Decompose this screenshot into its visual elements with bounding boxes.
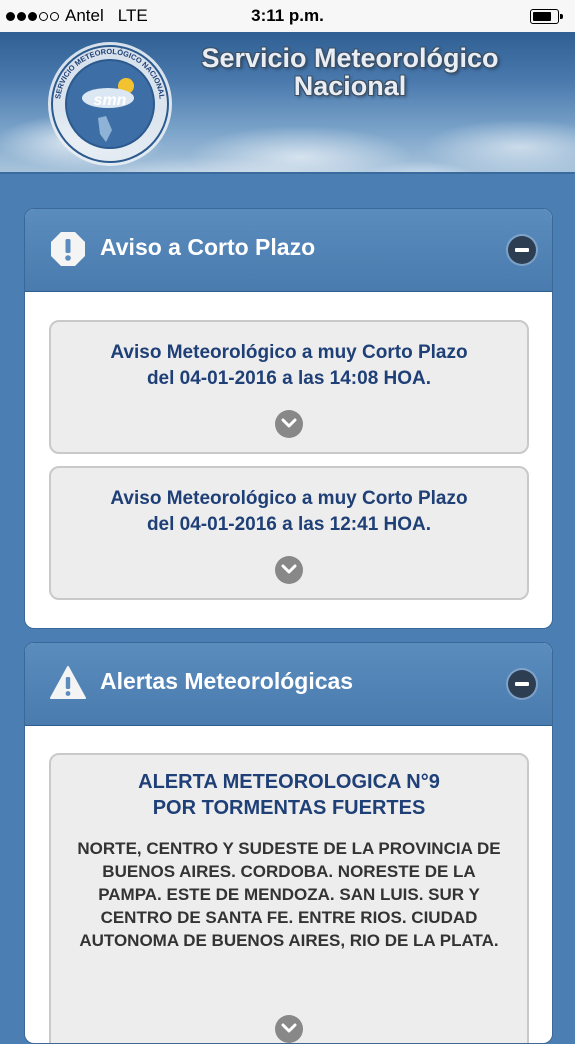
chevron-down-icon[interactable] bbox=[275, 410, 303, 438]
warning-card[interactable]: Aviso Meteorológico a muy Corto Plazo de… bbox=[49, 466, 529, 600]
panel-title: Alertas Meteorológicas bbox=[100, 668, 354, 694]
panel-header[interactable]: Aviso a Corto Plazo bbox=[25, 209, 552, 292]
short-term-warnings-panel: Aviso a Corto Plazo Aviso Meteorológico … bbox=[24, 208, 553, 629]
alert-card[interactable]: ALERTA METEOROLOGICA N°9 POR TORMENTAS F… bbox=[49, 753, 529, 1043]
chevron-down-icon[interactable] bbox=[275, 556, 303, 584]
alert-description: NORTE, CENTRO Y SUDESTE DE LA PROVINCIA … bbox=[77, 839, 501, 950]
status-time: 3:11 p.m. bbox=[251, 6, 324, 25]
warning-triangle-icon bbox=[50, 666, 86, 699]
weather-alerts-panel: Alertas Meteorológicas ALERTA METEOROLOG… bbox=[24, 642, 553, 1044]
panel-title: Aviso a Corto Plazo bbox=[100, 234, 316, 260]
status-bar: Antel LTE 3:11 p.m. bbox=[0, 0, 575, 32]
collapse-icon[interactable] bbox=[508, 670, 536, 698]
logo-mark: smn bbox=[94, 92, 127, 109]
chevron-down-icon[interactable] bbox=[275, 1015, 303, 1043]
smn-logo: SERVICIO METEOROLÓGICO NACIONAL smn bbox=[48, 42, 172, 166]
warning-card[interactable]: Aviso Meteorológico a muy Corto Plazo de… bbox=[49, 320, 529, 454]
site-title: Servicio Meteorológico Nacional bbox=[201, 43, 499, 101]
battery-icon bbox=[530, 9, 563, 24]
alert-title-line: ALERTA METEOROLOGICA N°9 bbox=[138, 771, 440, 793]
panel-header[interactable]: Alertas Meteorológicas bbox=[25, 643, 552, 726]
header-banner: SERVICIO METEOROLÓGICO NACIONAL smn Serv… bbox=[0, 32, 575, 174]
collapse-icon[interactable] bbox=[508, 236, 536, 264]
alert-title-line: POR TORMENTAS FUERTES bbox=[152, 797, 426, 819]
exclamation-octagon-icon bbox=[51, 232, 85, 266]
